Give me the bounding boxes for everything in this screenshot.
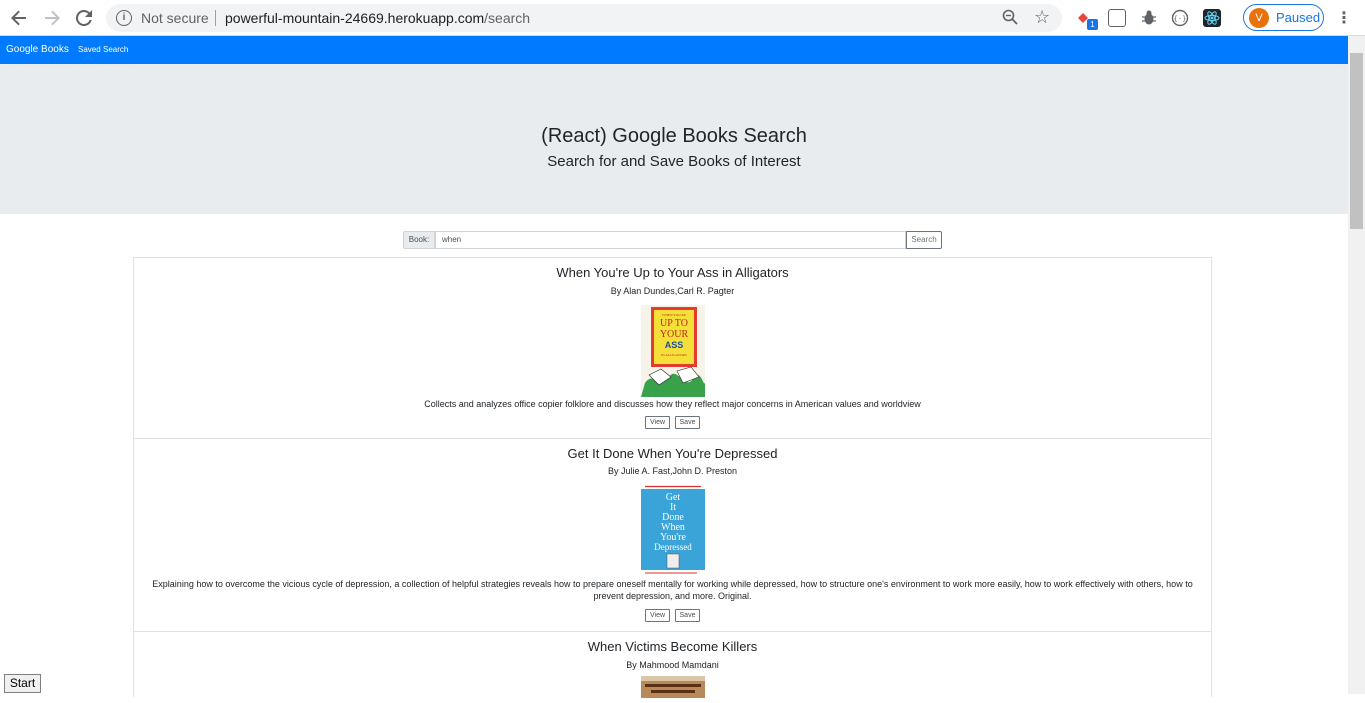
scrollbar-thumb[interactable] xyxy=(1350,53,1363,229)
page-subtitle: Search for and Save Books of Interest xyxy=(547,153,801,170)
page-title: (React) Google Books Search xyxy=(541,125,807,147)
cover-line: UP TO xyxy=(660,318,688,329)
url-path: /search xyxy=(484,10,531,26)
results-list: When You're Up to Your Ass in Alligators… xyxy=(133,257,1212,698)
list-item: Get It Done When You're Depressed By Jul… xyxy=(134,439,1211,632)
save-button[interactable]: Save xyxy=(675,416,700,429)
cover-line: ASS xyxy=(665,340,684,350)
book-cover-image xyxy=(641,676,705,698)
view-button[interactable]: View xyxy=(645,416,670,429)
cover-line: IN ALLIGATORS xyxy=(661,353,687,357)
back-arrow-icon[interactable] xyxy=(7,6,31,30)
cover-line: Depressed xyxy=(654,542,692,552)
book-authors: By Mahmood Mamdani xyxy=(626,660,719,670)
book-title: When Victims Become Killers xyxy=(587,639,758,654)
jumbotron: (React) Google Books Search Search for a… xyxy=(0,64,1348,214)
save-button[interactable]: Save xyxy=(675,609,700,622)
book-title: Get It Done When You're Depressed xyxy=(567,446,778,461)
react-devtools-icon[interactable] xyxy=(1203,9,1221,27)
browser-toolbar: i Not secure powerful-mountain-24669.her… xyxy=(0,0,1365,36)
nav-link-saved[interactable]: Saved xyxy=(78,45,101,54)
css-extension-icon[interactable] xyxy=(1108,9,1126,27)
profile-status: Paused xyxy=(1276,10,1321,25)
cover-line: WHEN YOU'RE xyxy=(662,313,686,317)
book-authors: By Alan Dundes,Carl R. Pagter xyxy=(610,286,735,296)
address-bar[interactable]: i Not secure powerful-mountain-24669.her… xyxy=(106,4,1062,32)
security-label[interactable]: Not secure xyxy=(141,10,209,26)
reload-icon[interactable] xyxy=(72,6,96,30)
zoom-icon[interactable] xyxy=(1002,9,1018,30)
list-item: When Victims Become Killers By Mahmood M… xyxy=(134,632,1211,702)
list-item: When You're Up to Your Ass in Alligators… xyxy=(134,258,1211,439)
url-text[interactable]: powerful-mountain-24669.herokuapp.com/se… xyxy=(225,10,530,26)
bug-extension-icon[interactable] xyxy=(1140,9,1158,27)
search-input[interactable]: when xyxy=(435,231,906,249)
more-menu-icon[interactable]: ⋮ xyxy=(1336,8,1352,28)
search-button[interactable]: Search xyxy=(906,231,942,249)
profile-button[interactable]: V Paused xyxy=(1243,4,1324,31)
url-domain: powerful-mountain-24669.herokuapp.com xyxy=(225,10,485,26)
extension-badge: 1 xyxy=(1087,19,1098,30)
forward-arrow-icon[interactable] xyxy=(40,6,64,30)
book-title: When You're Up to Your Ass in Alligators xyxy=(556,265,789,280)
book-description: Explaining how to overcome the vicious c… xyxy=(152,579,1193,601)
book-cover-image: Get It Done When You're Depressed xyxy=(641,484,705,576)
avatar: V xyxy=(1249,8,1269,28)
omnibox-divider xyxy=(215,10,216,26)
book-cover-image: WHEN YOU'RE UP TO YOUR ASS IN ALLIGATORS xyxy=(641,305,705,397)
app-navbar: Google Books Saved Search xyxy=(0,36,1348,64)
info-icon[interactable]: i xyxy=(116,10,132,26)
start-button[interactable]: Start xyxy=(4,674,41,693)
code-extension-icon[interactable]: {·} xyxy=(1171,9,1189,27)
nav-link-search[interactable]: Search xyxy=(103,45,128,54)
svg-text:{·}: {·} xyxy=(1174,15,1187,23)
cover-line: YOUR xyxy=(660,329,689,340)
navbar-brand[interactable]: Google Books xyxy=(6,44,69,55)
book-description: Collects and analyzes office copier folk… xyxy=(424,399,921,409)
search-label: Book: xyxy=(403,231,435,249)
view-button[interactable]: View xyxy=(645,609,670,622)
bookmark-star-icon[interactable]: ☆ xyxy=(1034,7,1050,28)
book-authors: By Julie A. Fast,John D. Preston xyxy=(607,466,738,476)
